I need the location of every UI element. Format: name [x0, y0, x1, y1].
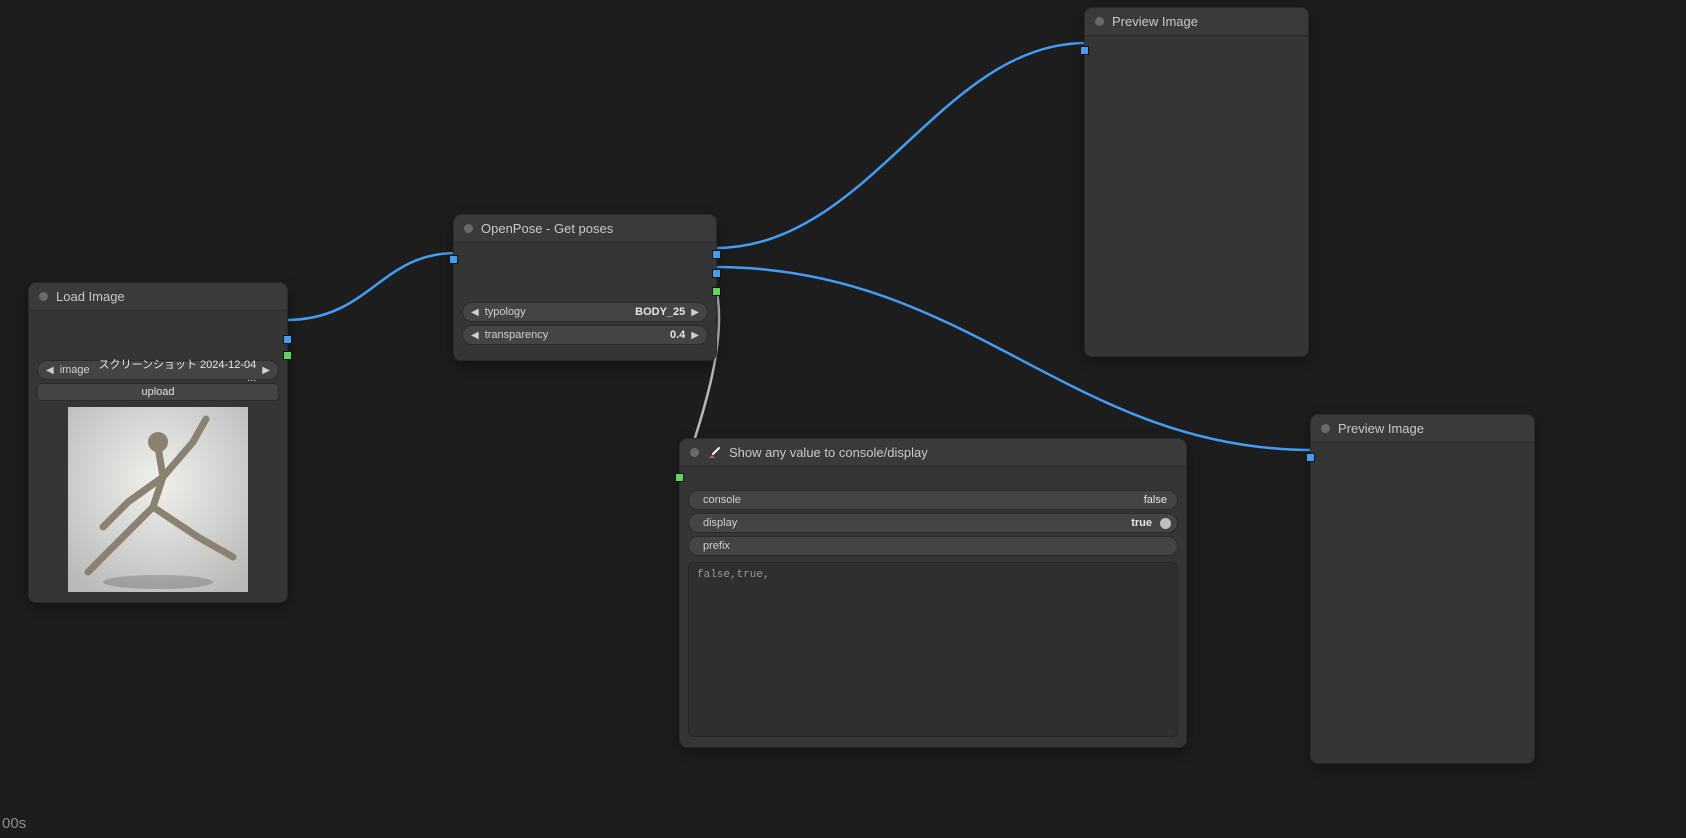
param-value: 0.4: [552, 329, 689, 341]
image-thumbnail[interactable]: [68, 407, 248, 592]
node-load-image[interactable]: Load Image ◀ image スクリーンショット 2024-12-04 …: [28, 282, 288, 603]
console-output: false,true,: [688, 562, 1178, 737]
node-title: OpenPose - Get poses: [481, 221, 613, 236]
chevron-left-icon[interactable]: ◀: [469, 330, 481, 341]
node-header[interactable]: Preview Image: [1311, 415, 1534, 443]
collapse-dot-icon[interactable]: [1321, 424, 1330, 433]
param-value: スクリーンショット 2024-12-04 ...: [94, 356, 261, 384]
button-label: upload: [141, 386, 174, 398]
param-label: display: [695, 517, 741, 529]
output-port-2[interactable]: [712, 269, 721, 278]
typology-selector[interactable]: ◀ typology BODY_25 ▶: [462, 302, 708, 322]
upload-button[interactable]: upload: [37, 383, 279, 401]
node-title: Preview Image: [1338, 421, 1424, 436]
output-port-image[interactable]: [283, 335, 292, 344]
brush-icon: [707, 446, 721, 460]
param-label: typology: [481, 306, 530, 318]
toggle-knob-icon: [1160, 518, 1171, 529]
chevron-right-icon[interactable]: ▶: [689, 307, 701, 318]
chevron-left-icon[interactable]: ◀: [469, 307, 481, 318]
collapse-dot-icon[interactable]: [1095, 17, 1104, 26]
input-port-image[interactable]: [449, 255, 458, 264]
param-label: transparency: [481, 329, 553, 341]
collapse-dot-icon[interactable]: [464, 224, 473, 233]
param-label: image: [56, 364, 94, 376]
collapse-dot-icon[interactable]: [690, 448, 699, 457]
display-toggle[interactable]: display true: [688, 513, 1178, 533]
node-header[interactable]: OpenPose - Get poses: [454, 215, 716, 243]
param-value: BODY_25: [530, 306, 690, 318]
param-value: false: [745, 494, 1171, 506]
node-header[interactable]: Preview Image: [1085, 8, 1308, 36]
transparency-selector[interactable]: ◀ transparency 0.4 ▶: [462, 325, 708, 345]
pose-figure-icon: [68, 407, 248, 592]
node-header[interactable]: Show any value to console/display: [680, 439, 1186, 467]
chevron-right-icon[interactable]: ▶: [260, 365, 272, 376]
param-label: console: [695, 494, 745, 506]
output-port-mask[interactable]: [283, 351, 292, 360]
console-text: false,true,: [697, 569, 770, 581]
input-port-image[interactable]: [1306, 453, 1315, 462]
output-port-1[interactable]: [712, 250, 721, 259]
node-header[interactable]: Load Image: [29, 283, 287, 311]
chevron-right-icon[interactable]: ▶: [689, 330, 701, 341]
chevron-left-icon[interactable]: ◀: [44, 365, 56, 376]
image-selector[interactable]: ◀ image スクリーンショット 2024-12-04 ... ▶: [37, 360, 279, 380]
status-text: 00s: [2, 815, 26, 832]
output-port-3[interactable]: [712, 287, 721, 296]
node-title: Show any value to console/display: [729, 445, 928, 460]
node-openpose[interactable]: OpenPose - Get poses ◀ typology BODY_25 …: [453, 214, 717, 361]
collapse-dot-icon[interactable]: [39, 292, 48, 301]
node-preview-image-2[interactable]: Preview Image: [1310, 414, 1535, 764]
node-title: Load Image: [56, 289, 125, 304]
console-toggle[interactable]: console false: [688, 490, 1178, 510]
prefix-input[interactable]: prefix: [688, 536, 1178, 556]
param-label: prefix: [695, 540, 734, 552]
node-show-value[interactable]: Show any value to console/display consol…: [679, 438, 1187, 748]
param-value: true: [741, 517, 1156, 529]
node-preview-image-1[interactable]: Preview Image: [1084, 7, 1309, 357]
input-port-image[interactable]: [1080, 46, 1089, 55]
node-title: Preview Image: [1112, 14, 1198, 29]
input-port-any[interactable]: [675, 473, 684, 482]
